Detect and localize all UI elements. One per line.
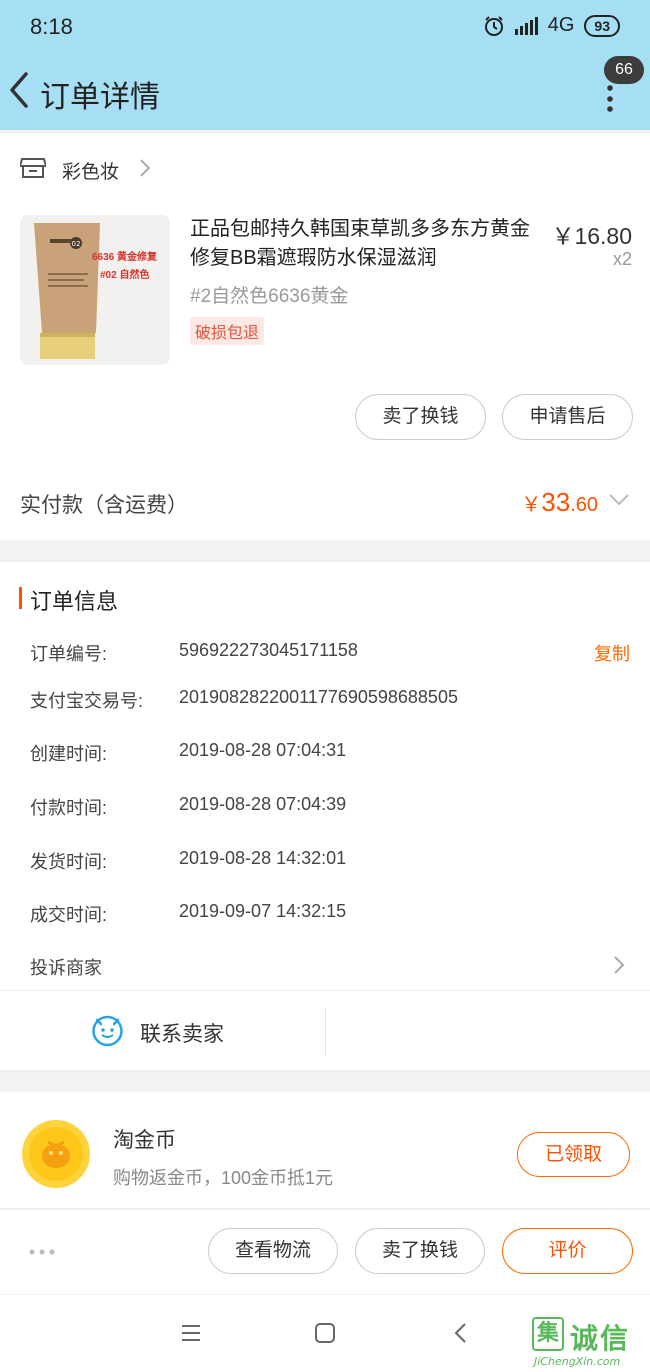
copy-button[interactable]: 复制 <box>594 640 630 666</box>
coins-description: 购物返金币，100金币抵1元 <box>113 1168 334 1188</box>
more-menu-icon[interactable] <box>603 82 617 112</box>
order-number-value: 596922273045171158 <box>179 640 358 660</box>
completed-time-value: 2019-09-07 14:32:15 <box>179 901 347 921</box>
coins-claimed-button[interactable]: 已领取 <box>517 1132 630 1177</box>
menu-icon[interactable] <box>178 1320 204 1346</box>
shipped-time-value: 2019-08-28 14:32:01 <box>179 848 347 868</box>
chevron-right-icon[interactable] <box>612 954 626 976</box>
product-image-shade: #02 自然色 <box>100 270 150 281</box>
product-image-label: 6636 黄金修复 <box>92 252 158 263</box>
back-icon[interactable] <box>448 1320 474 1346</box>
order-info-title: 订单信息 <box>30 589 119 614</box>
product-title[interactable]: 正品包邮持久韩国束草凯多多东方黄金修复BB霜遮瑕防水保湿滋润 <box>190 215 540 273</box>
completed-time-label: 成交时间: <box>30 905 108 925</box>
watermark-url: JiChengXin.com <box>534 1355 621 1368</box>
coins-title: 淘金币 <box>113 1129 176 1152</box>
contact-seller-button[interactable]: 联系卖家 <box>140 1018 224 1048</box>
complain-seller-link[interactable]: 投诉商家 <box>30 954 102 980</box>
after-sale-button[interactable]: 申请售后 <box>502 394 633 440</box>
product-sku: #2自然色6636黄金 <box>190 286 349 307</box>
shipped-time-label: 发货时间: <box>30 852 108 872</box>
product-image[interactable]: 02 6636 黄金修复 #02 自然色 <box>20 215 170 365</box>
chevron-right-icon[interactable] <box>138 157 152 179</box>
coins-card: 淘金币 购物返金币，100金币抵1元 已领取 <box>0 1092 650 1208</box>
divider <box>0 990 650 991</box>
created-time-value: 2019-08-28 07:04:31 <box>179 740 347 760</box>
product-image-number: 02 <box>72 240 81 248</box>
battery-indicator: 93 <box>584 14 620 37</box>
alipay-trade-label: 支付宝交易号: <box>30 691 144 711</box>
section-accent-bar <box>19 587 22 609</box>
status-time: 8:18 <box>30 14 73 39</box>
order-item-card: 彩色妆 02 6636 黄金修复 #02 自然色 正品包邮持久韩国束草凯多多东方… <box>0 133 650 540</box>
payment-amount: ￥33.60 <box>521 487 598 517</box>
paid-time-value: 2019-08-28 07:04:39 <box>179 794 347 814</box>
message-count-badge: 66 <box>604 56 644 84</box>
back-arrow-icon[interactable] <box>6 70 30 110</box>
store-icon <box>20 158 46 178</box>
app-header: 8:18 4G 93 订单详情 66 <box>0 0 650 130</box>
sell-for-cash-button[interactable]: 卖了换钱 <box>355 1228 485 1274</box>
page-title: 订单详情 <box>40 81 160 114</box>
service-tag: 破损包退 <box>190 317 265 345</box>
system-nav-bar: 集 诚信 JiChengXin.com <box>0 1295 650 1372</box>
review-button[interactable]: 评价 <box>502 1228 633 1274</box>
bottom-action-bar: 查看物流 卖了换钱 评价 <box>0 1210 650 1294</box>
watermark-text: 诚信 <box>570 1322 631 1355</box>
view-logistics-button[interactable]: 查看物流 <box>208 1228 338 1274</box>
gold-coin-icon <box>22 1120 90 1188</box>
watermark-box: 集 <box>532 1317 564 1351</box>
contact-seller-icon[interactable] <box>91 1014 124 1047</box>
home-icon[interactable] <box>312 1320 338 1346</box>
status-indicators: 4G 93 <box>483 14 620 37</box>
sell-for-cash-button[interactable]: 卖了换钱 <box>355 394 486 440</box>
network-type: 4G <box>547 14 575 36</box>
alarm-icon <box>484 15 503 36</box>
product-price: ￥16.80 <box>551 223 632 249</box>
payment-label: 实付款（含运费） <box>20 494 188 517</box>
order-number-label: 订单编号: <box>30 644 108 664</box>
order-info-card: 订单信息 订单编号: 596922273045171158 复制 支付宝交易号:… <box>0 562 650 1070</box>
divider <box>325 1008 326 1056</box>
product-quantity: x2 <box>612 249 632 269</box>
signal-icon <box>514 16 538 35</box>
chevron-down-icon[interactable] <box>608 493 630 507</box>
created-time-label: 创建时间: <box>30 744 108 764</box>
paid-time-label: 付款时间: <box>30 798 108 818</box>
shop-name[interactable]: 彩色妆 <box>62 157 119 184</box>
more-dots-icon[interactable] <box>28 1242 58 1262</box>
alipay-trade-value: 2019082822001177690598688505 <box>179 687 458 707</box>
watermark-logo: 集 诚信 JiChengXin.com <box>532 1309 650 1369</box>
